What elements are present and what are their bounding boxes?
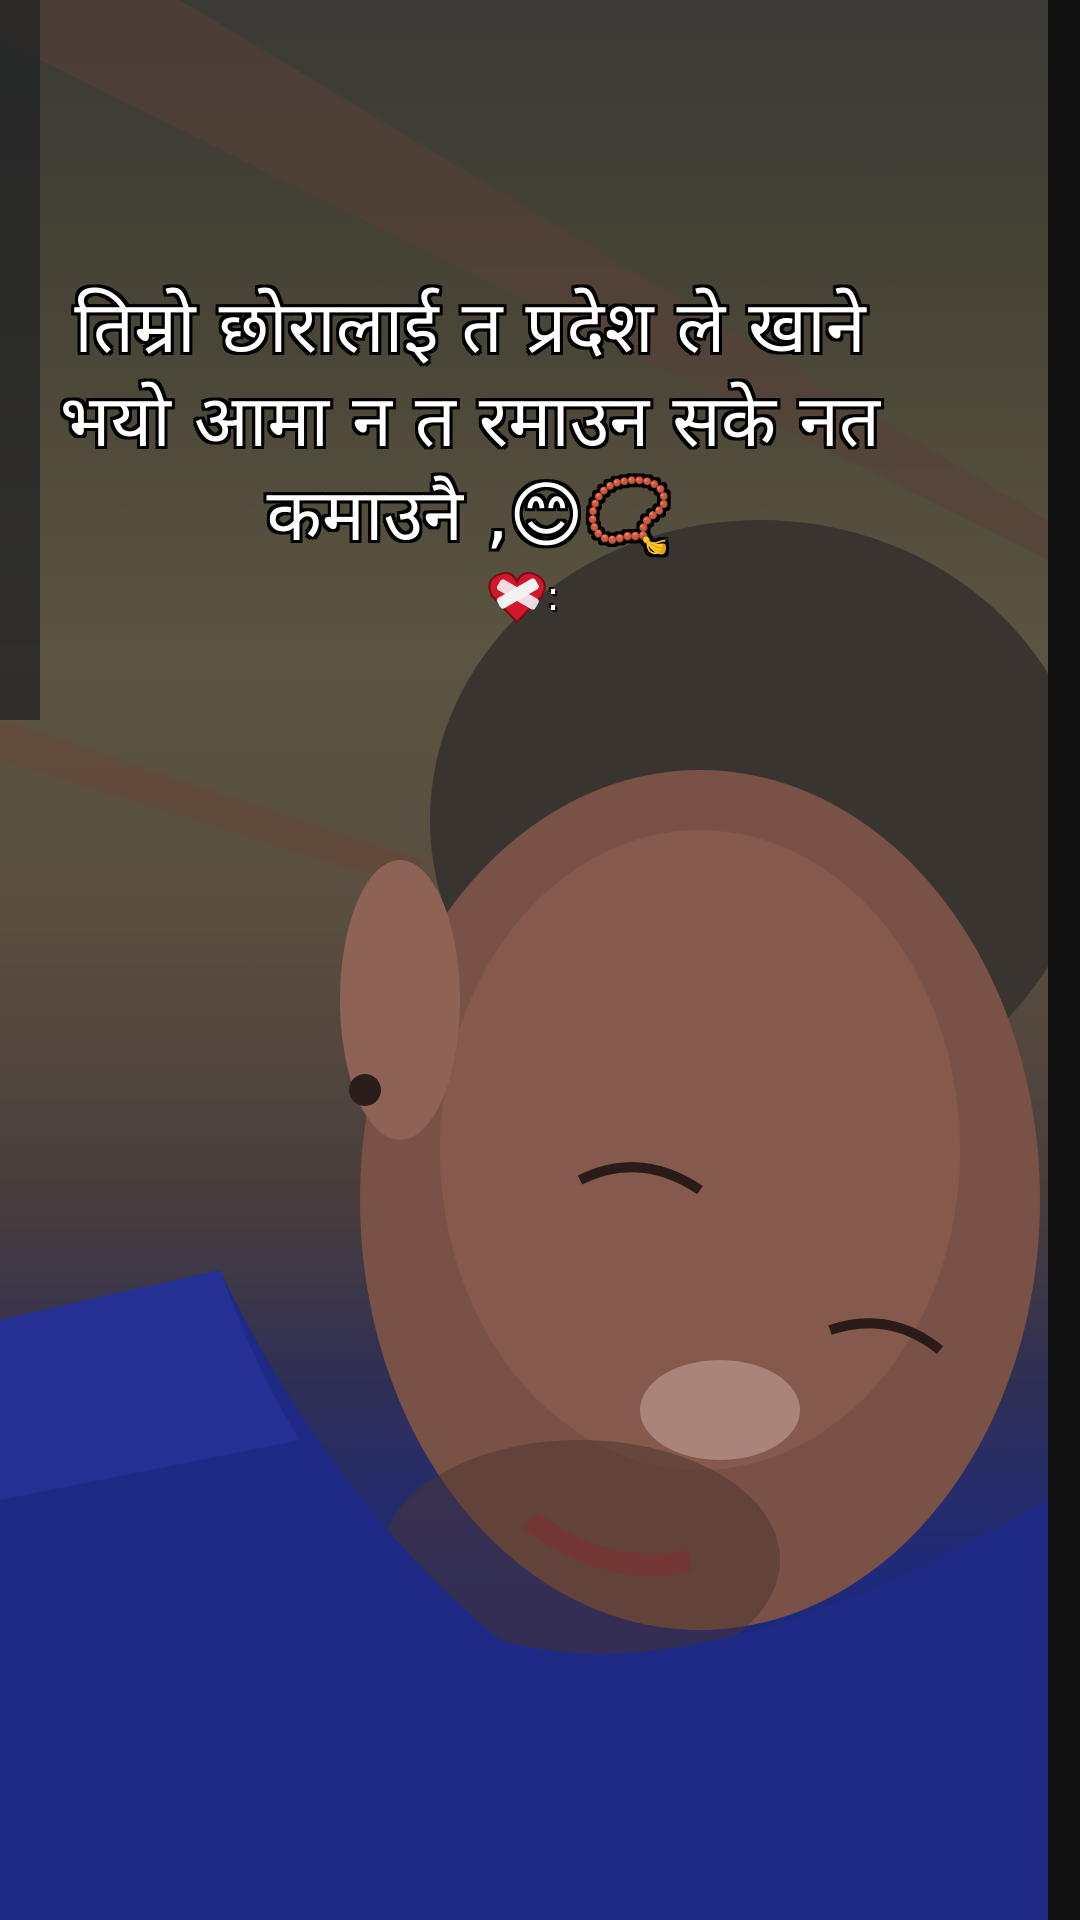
caption-trailing-colon: : (546, 574, 560, 620)
mending-heart-icon (488, 570, 546, 624)
nose (640, 1360, 800, 1460)
caption-text: तिम्रो छोरालाई त प्रदेश ले खाने भयो आमा … (30, 280, 910, 562)
right-edge-bar (1048, 0, 1080, 1920)
caption-line-2: भयो आमा न त रमाउन सके नत (59, 379, 881, 463)
caption-line-3: कमाउनै ,😊📿 (266, 473, 674, 557)
video-frame: तिम्रो छोरालाई त प्रदेश ले खाने भयो आमा … (0, 0, 1080, 1920)
caption-emoji-row: : (0, 570, 1048, 624)
earring (349, 1074, 381, 1106)
wall-trim (0, 720, 420, 890)
caption-line-1: तिम्रो छोरालाई त प्रदेश ले खाने (74, 285, 866, 369)
